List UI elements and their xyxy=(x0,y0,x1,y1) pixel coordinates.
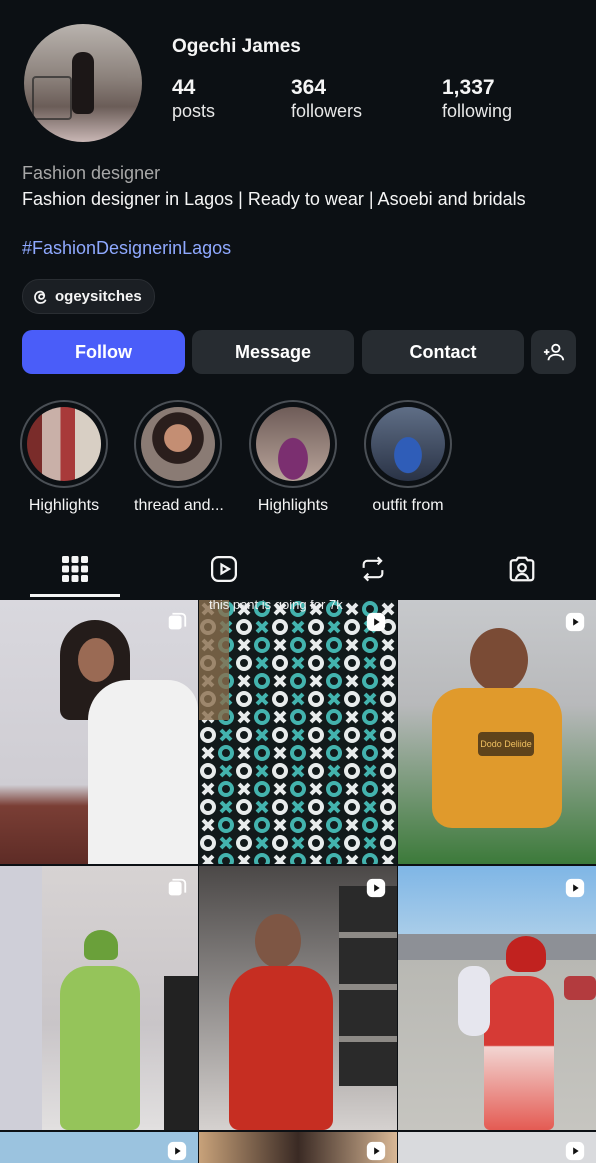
post-thumbnail-7[interactable] xyxy=(0,1132,198,1163)
reposts-icon xyxy=(362,556,384,582)
tab-tagged[interactable] xyxy=(477,540,567,598)
highlight-label: outfit from xyxy=(372,497,444,514)
highlight-cover-3 xyxy=(256,407,330,481)
highlight-cover-1 xyxy=(27,407,101,481)
message-button[interactable]: Message xyxy=(192,330,354,374)
following-count: 1,337 xyxy=(442,76,495,99)
post-thumbnail-6[interactable] xyxy=(398,866,596,1130)
posts-stat[interactable]: 44 posts xyxy=(172,76,215,122)
reels-icon xyxy=(211,556,237,582)
grid-icon xyxy=(62,556,88,582)
profile-bio: Fashion designer in Lagos | Ready to wea… xyxy=(22,189,526,209)
active-tab-indicator xyxy=(30,594,120,597)
post-buildings xyxy=(398,934,596,960)
post-figure-face xyxy=(78,638,114,682)
bio-hashtag-link[interactable]: #FashionDesignerinLagos xyxy=(22,238,231,259)
highlight-1[interactable]: Highlights xyxy=(20,400,108,515)
post-thumbnail-2[interactable]: this pant is going for 7k xyxy=(199,600,397,864)
post-figure-dress xyxy=(484,976,554,1130)
profile-category: Fashion designer xyxy=(22,163,161,183)
post-thumbnail-4[interactable] xyxy=(0,866,198,1130)
post-overlay-text: Dodo Deliide xyxy=(478,732,534,756)
add-person-icon xyxy=(543,343,564,361)
tab-reposts[interactable] xyxy=(328,540,418,598)
profile-tabs xyxy=(0,540,596,598)
reel-icon xyxy=(366,612,386,632)
highlight-3[interactable]: Highlights xyxy=(249,400,337,515)
post-thumbnail-8[interactable] xyxy=(199,1132,397,1163)
post-overlay-text: this pant is going for 7k xyxy=(209,600,343,612)
post-figure-face xyxy=(470,628,528,692)
threads-badge[interactable]: ogeysitches xyxy=(22,279,155,314)
avatar-railing xyxy=(32,76,72,120)
followers-label: followers xyxy=(291,101,363,121)
post-picture-frames xyxy=(339,886,397,1086)
post-wall xyxy=(0,866,42,1130)
post-figure-dress xyxy=(229,966,333,1130)
post-thumbnail-9[interactable] xyxy=(398,1132,596,1163)
following-stat[interactable]: 1,337 following xyxy=(442,76,512,122)
highlight-cover-2 xyxy=(141,407,215,481)
post-figure-face xyxy=(255,914,301,968)
post-thumbnail-1[interactable] xyxy=(0,600,198,864)
followers-stat[interactable]: 364 followers xyxy=(291,76,362,122)
highlight-label: Highlights xyxy=(28,497,100,514)
carousel-icon xyxy=(168,878,187,896)
posts-count: 44 xyxy=(172,76,196,99)
followers-count: 364 xyxy=(291,76,327,99)
fabric-pattern xyxy=(199,600,397,864)
highlight-cover-4 xyxy=(371,407,445,481)
post-background-person xyxy=(164,976,198,1130)
profile-name: Ogechi James xyxy=(172,36,301,57)
post-thumbnail-3[interactable]: Dodo Deliide xyxy=(398,600,596,864)
post-gele xyxy=(506,936,546,972)
post-car xyxy=(564,976,596,1000)
post-thumbnail-5[interactable] xyxy=(199,866,397,1130)
reel-icon xyxy=(366,878,386,898)
contact-button[interactable]: Contact xyxy=(362,330,524,374)
highlight-label: thread and... xyxy=(134,497,224,514)
post-figure-dress xyxy=(432,688,562,828)
threads-handle: ogeysitches xyxy=(55,288,142,305)
threads-icon xyxy=(34,290,47,304)
reel-icon xyxy=(167,1141,187,1161)
profile-avatar[interactable] xyxy=(24,24,142,142)
highlight-2[interactable]: thread and... xyxy=(134,400,224,515)
posts-label: posts xyxy=(172,101,216,121)
reel-icon xyxy=(366,1141,386,1161)
reel-icon xyxy=(565,1141,585,1161)
avatar-figure xyxy=(72,52,94,114)
post-child xyxy=(458,966,490,1036)
post-figure-dress xyxy=(88,680,198,864)
suggest-accounts-button[interactable] xyxy=(531,330,576,374)
highlight-4[interactable]: outfit from xyxy=(364,400,452,515)
carousel-icon xyxy=(168,612,187,630)
tab-grid[interactable] xyxy=(30,540,120,598)
highlight-label: Highlights xyxy=(257,497,329,514)
following-label: following xyxy=(442,101,513,121)
tab-reels[interactable] xyxy=(179,540,269,598)
reel-icon xyxy=(565,612,585,632)
tagged-icon xyxy=(509,556,535,582)
post-figure-dress xyxy=(60,966,140,1130)
follow-button[interactable]: Follow xyxy=(22,330,185,374)
post-gele xyxy=(84,930,118,960)
reel-icon xyxy=(565,878,585,898)
